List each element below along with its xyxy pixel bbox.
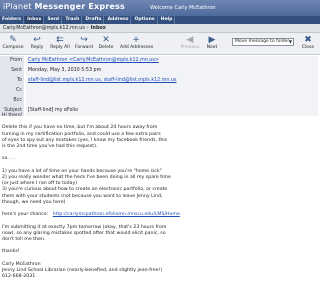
compose-button[interactable]: ✎ Compose	[1, 34, 25, 54]
body-greeting: Hi there!	[2, 113, 23, 118]
delete-button[interactable]: ✕ Delete	[94, 34, 118, 54]
next-button[interactable]: ▶ Next	[200, 34, 224, 54]
to-row: To staff-lind@list.mpls.k12.mn.us, staff…	[0, 76, 320, 86]
breadcrumb-folder[interactable]: Inbox	[91, 26, 106, 31]
next-label: Next	[206, 45, 218, 50]
main-nav: Folders Inbox Sent Trash Drafts Address …	[0, 16, 320, 24]
reply-icon: ↩	[33, 35, 41, 45]
tab-folders[interactable]: Folders	[0, 16, 25, 24]
reply-label: Reply	[30, 45, 44, 50]
delete-label: Delete	[98, 45, 114, 50]
previous-button[interactable]: ◀ Previous	[178, 34, 202, 54]
close-button[interactable]: ✖ Close	[296, 34, 320, 54]
signature-phone: 612-668-2031	[2, 274, 36, 280]
delete-icon: ✕	[102, 35, 110, 45]
body-link-prefix: here's your chance:	[2, 212, 53, 218]
message-toolbar: ✎ Compose ↩ Reply ⇇ Reply All ↪ Forward …	[0, 33, 320, 55]
forward-label: Forward	[74, 45, 94, 50]
cc-label: Cc	[0, 86, 24, 96]
from-row: From Carly McEathron <Carly.McEathron@mp…	[0, 56, 320, 66]
efolio-link[interactable]: http://carlymcpathron.efoliomn.mnscu.edu…	[53, 212, 180, 217]
bcc-row: Bcc	[0, 96, 320, 106]
sent-label: Sent	[0, 66, 24, 76]
body-thanks: thanks!	[2, 249, 20, 255]
tab-drafts[interactable]: Drafts	[83, 16, 105, 24]
bcc-value	[26, 96, 318, 106]
move-to-folder-select[interactable]: Move message to folder ▼	[232, 38, 294, 46]
body-link-line: here's your chance: http://carlymcpathro…	[2, 212, 314, 218]
from-value[interactable]: Carly McEathron <Carly.McEathron@mpls.k1…	[26, 56, 318, 66]
reply-all-icon: ⇇	[56, 35, 64, 45]
bcc-label: Bcc	[0, 96, 24, 106]
breadcrumb-account: Carly.McEathron@mpls.k12.mn.us	[3, 26, 85, 31]
add-addresses-icon: +	[132, 35, 140, 45]
sent-value: Monday, May 3, 2010 5:53 pm	[26, 66, 318, 76]
body-para2-line3: don't tell me then.	[2, 236, 46, 242]
tab-trash[interactable]: Trash	[63, 16, 83, 24]
from-label: From	[0, 56, 24, 66]
close-label: Close	[301, 45, 315, 50]
previous-label: Previous	[180, 45, 200, 50]
add-addresses-button[interactable]: + Add Addresses	[120, 34, 154, 54]
welcome-text: Welcome Carly McEathron	[150, 5, 216, 11]
body-para1-line4: is the 2nd time you've had this request)…	[2, 144, 98, 149]
previous-icon: ◀	[186, 35, 194, 45]
body-list-line6: though, we need you here)	[2, 199, 66, 205]
tab-help[interactable]: Help	[159, 16, 176, 24]
message-header-fields: From Carly McEathron <Carly.McEathron@mp…	[0, 56, 320, 116]
cc-value	[26, 86, 318, 96]
compose-label: Compose	[2, 45, 24, 50]
body-so: so. . .	[2, 156, 15, 162]
reply-all-label: Reply All	[50, 45, 70, 50]
reply-button[interactable]: ↩ Reply	[25, 34, 49, 54]
close-icon: ✖	[304, 35, 312, 45]
app-brand: iPlanet Messenger Express	[3, 2, 125, 12]
sent-row: Sent Monday, May 3, 2010 5:53 pm	[0, 66, 320, 76]
to-label: To	[0, 76, 24, 86]
tab-options[interactable]: Options	[132, 16, 158, 24]
message-body: Hi there! Delete this if you have no tim…	[2, 113, 314, 280]
compose-icon: ✎	[9, 35, 17, 45]
to-value[interactable]: staff-lind@list.mpls.k12.mn.us, staff-li…	[26, 76, 318, 86]
tab-address[interactable]: Address	[105, 16, 132, 24]
brand-name: Messenger Express	[34, 2, 126, 11]
chevron-down-icon: ▼	[288, 39, 292, 44]
reply-all-button[interactable]: ⇇ Reply All	[48, 34, 72, 54]
forward-icon: ↪	[80, 35, 88, 45]
breadcrumb: Carly.McEathron@mpls.k12.mn.us › Inbox	[0, 24, 320, 33]
tab-inbox[interactable]: Inbox	[25, 16, 45, 24]
move-to-folder-label: Move message to folder	[235, 39, 290, 44]
next-icon: ▶	[208, 35, 216, 45]
brand-prefix: iPlanet	[3, 2, 32, 11]
add-addresses-label: Add Addresses	[120, 45, 154, 50]
forward-button[interactable]: ↪ Forward	[72, 34, 96, 54]
cc-row: Cc	[0, 86, 320, 96]
app-header: iPlanet Messenger Express Welcome Carly …	[0, 0, 320, 16]
tab-sent[interactable]: Sent	[45, 16, 63, 24]
